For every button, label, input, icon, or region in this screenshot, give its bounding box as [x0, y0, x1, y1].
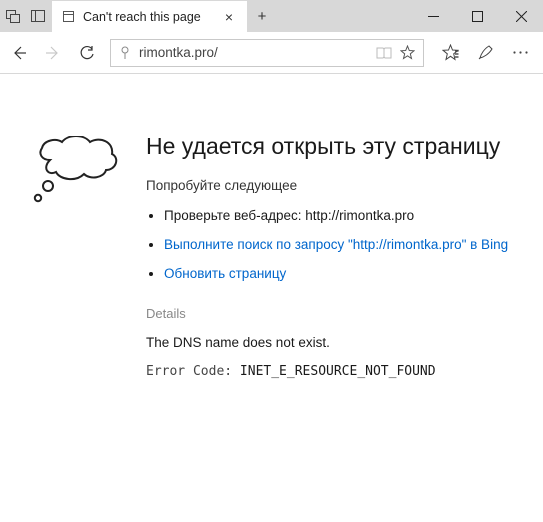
search-bing-link[interactable]: Выполните поиск по запросу "http://rimon…: [164, 237, 508, 252]
suggestion-list: Проверьте веб-адрес: http://rimontka.pro…: [146, 207, 523, 284]
address-bar[interactable]: rimontka.pro/: [110, 39, 424, 67]
error-code-line: Error Code: INET_E_RESOURCE_NOT_FOUND: [146, 364, 523, 379]
tab-close-button[interactable]: ×: [221, 9, 237, 25]
set-aside-icon[interactable]: [31, 10, 46, 23]
details-heading: Details: [146, 306, 523, 321]
error-heading: Не удается открыть эту страницу: [146, 132, 523, 162]
reading-view-icon[interactable]: [376, 47, 392, 59]
url-text: rimontka.pro/: [139, 45, 368, 60]
error-page-content: Не удается открыть эту страницу Попробуй…: [0, 74, 543, 399]
favorite-icon[interactable]: [400, 45, 415, 60]
more-icon[interactable]: [512, 50, 529, 55]
tab-page-icon: [62, 10, 75, 23]
thought-cloud-icon: [30, 136, 122, 206]
tab-title: Can't reach this page: [83, 10, 213, 24]
suggestion-refresh: Обновить страницу: [164, 265, 523, 284]
window-minimize-button[interactable]: [411, 0, 455, 32]
back-button[interactable]: [8, 44, 30, 62]
try-following-text: Попробуйте следующее: [146, 178, 523, 193]
forward-button[interactable]: [42, 44, 64, 62]
notes-icon[interactable]: [477, 44, 494, 61]
tab-preview-icon[interactable]: [6, 10, 21, 23]
refresh-button[interactable]: [76, 44, 98, 62]
browser-tab[interactable]: Can't reach this page ×: [52, 0, 247, 32]
refresh-page-link[interactable]: Обновить страницу: [164, 266, 286, 281]
new-tab-button[interactable]: +: [247, 0, 277, 32]
window-maximize-button[interactable]: [455, 0, 499, 32]
hub-favorites-icon[interactable]: [442, 44, 459, 61]
suggestion-search-bing: Выполните поиск по запросу "http://rimon…: [164, 236, 523, 255]
site-info-icon[interactable]: [119, 46, 131, 60]
navbar: rimontka.pro/: [0, 32, 543, 74]
suggestion-check-address: Проверьте веб-адрес: http://rimontka.pro: [164, 207, 523, 226]
dns-error-msg: The DNS name does not exist.: [146, 335, 523, 350]
window-close-button[interactable]: [499, 0, 543, 32]
titlebar: Can't reach this page × +: [0, 0, 543, 32]
